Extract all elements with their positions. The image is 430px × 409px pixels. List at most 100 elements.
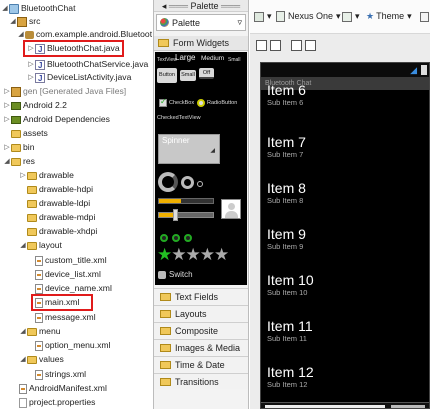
palette-category-transitions[interactable]: Transitions bbox=[154, 373, 248, 389]
tree-file-bluetoothchat-java[interactable]: ▷ BluetoothChat.java bbox=[23, 40, 124, 57]
radio-group-icon[interactable] bbox=[172, 234, 180, 242]
expanded-arrow-icon[interactable]: ◢ bbox=[9, 15, 17, 28]
list-item[interactable]: Item 11 Sub Item 11 bbox=[267, 319, 313, 344]
tree-android[interactable]: ▷ Android 2.2 bbox=[3, 99, 67, 112]
tree-values[interactable]: ◢ values bbox=[19, 353, 64, 366]
widget-spinner[interactable]: Spinner ◢ bbox=[158, 134, 220, 164]
tree-dependencies[interactable]: ▷ Android Dependencies bbox=[3, 113, 110, 126]
properties-file-icon bbox=[19, 397, 27, 408]
progress-small-icon[interactable] bbox=[197, 181, 203, 187]
radio-group-icon[interactable] bbox=[160, 234, 168, 242]
tree-file-manifest[interactable]: AndroidManifest.xml bbox=[19, 382, 107, 395]
collapsed-arrow-icon[interactable]: ▷ bbox=[19, 169, 27, 182]
widget-checkbox[interactable]: CheckBox bbox=[169, 100, 194, 106]
tree-project[interactable]: ◢ BluetoothChat bbox=[1, 2, 75, 15]
progress-bar-horizontal[interactable] bbox=[158, 198, 214, 204]
widget-small-button[interactable]: Small bbox=[180, 70, 196, 81]
fit-height-icon[interactable] bbox=[305, 40, 316, 51]
quick-contact-badge-icon[interactable] bbox=[221, 199, 241, 219]
tree-file-option-menu[interactable]: option_menu.xml bbox=[35, 339, 110, 352]
collapsed-arrow-icon[interactable]: ▷ bbox=[3, 113, 11, 126]
widget-switch[interactable]: Switch bbox=[169, 270, 193, 279]
expanded-arrow-icon[interactable]: ◢ bbox=[19, 239, 27, 252]
list-item[interactable]: Item 9 Sub Item 9 bbox=[267, 227, 306, 252]
widget-small-text[interactable]: Small bbox=[228, 57, 241, 63]
radio-button-icon[interactable] bbox=[197, 99, 205, 107]
radio-group-icon[interactable] bbox=[184, 234, 192, 242]
tree-file-strings[interactable]: strings.xml bbox=[35, 368, 86, 381]
checkbox-icon[interactable]: ✓ bbox=[159, 97, 167, 107]
progress-large-icon[interactable] bbox=[158, 172, 178, 192]
seekbar-thumb[interactable] bbox=[173, 209, 178, 221]
tree-file-device-name[interactable]: device_name.xml bbox=[35, 282, 112, 295]
message-input-preview[interactable] bbox=[265, 405, 385, 408]
collapsed-arrow-icon[interactable]: ▷ bbox=[3, 99, 11, 112]
tree-file-custom-title[interactable]: custom_title.xml bbox=[35, 254, 107, 267]
list-item[interactable]: Item 12 Sub Item 12 bbox=[267, 365, 314, 390]
send-button-preview[interactable] bbox=[391, 405, 425, 408]
expanded-arrow-icon[interactable]: ◢ bbox=[3, 155, 11, 168]
seekbar[interactable] bbox=[158, 209, 214, 221]
list-item[interactable]: Item 10 Sub Item 10 bbox=[267, 273, 314, 298]
rating-bar[interactable]: ★★★★★ bbox=[157, 246, 229, 264]
device-screen-preview[interactable]: ◢ Bluetooth Chat Item 6 Sub Item 6 Item … bbox=[260, 62, 430, 409]
tree-file-properties[interactable]: project.properties bbox=[19, 396, 95, 409]
palette-category-layouts[interactable]: Layouts bbox=[154, 305, 248, 321]
tree-res[interactable]: ◢ res bbox=[3, 155, 35, 168]
tree-drawable-xhdpi[interactable]: drawable-xhdpi bbox=[27, 225, 97, 238]
fit-width-icon[interactable] bbox=[291, 40, 302, 51]
device-select[interactable]: Nexus One ▾ bbox=[276, 9, 341, 24]
palette-category-time-date[interactable]: Time & Date bbox=[154, 356, 248, 372]
widget-medium-text[interactable]: Medium bbox=[201, 55, 224, 62]
expanded-arrow-icon[interactable]: ◢ bbox=[17, 28, 25, 41]
expanded-arrow-icon[interactable]: ◢ bbox=[1, 2, 9, 15]
tree-assets[interactable]: assets bbox=[11, 127, 48, 140]
widget-radiobutton[interactable]: RadioButton bbox=[207, 100, 237, 106]
tree-drawable[interactable]: ▷ drawable bbox=[19, 169, 74, 182]
widget-toggle-button[interactable]: Off bbox=[199, 68, 214, 79]
tree-layout[interactable]: ◢ layout bbox=[19, 239, 62, 252]
java-file-icon bbox=[35, 59, 45, 72]
tree-drawable-hdpi[interactable]: drawable-hdpi bbox=[27, 183, 93, 196]
activity-select[interactable] bbox=[420, 9, 429, 24]
widget-button[interactable]: Button bbox=[157, 68, 177, 83]
collapsed-arrow-icon[interactable]: ▷ bbox=[3, 141, 11, 154]
palette-mode-select[interactable]: Palette ▿ bbox=[156, 14, 246, 31]
list-item[interactable]: Item 6 Sub Item 6 bbox=[267, 83, 306, 108]
theme-select[interactable]: ★ Theme ▾ bbox=[366, 9, 412, 24]
tree-file-devicelist-java[interactable]: ▷ DeviceListActivity.java bbox=[27, 71, 131, 85]
widget-large-text[interactable]: Large bbox=[175, 53, 195, 62]
progress-normal-icon[interactable] bbox=[181, 176, 194, 189]
tree-menu[interactable]: ◢ menu bbox=[19, 325, 60, 338]
tree-src[interactable]: ◢ src bbox=[9, 15, 40, 28]
expanded-arrow-icon[interactable]: ◢ bbox=[19, 353, 27, 366]
tree-file-service-java[interactable]: ▷ BluetoothChatService.java bbox=[27, 58, 148, 72]
palette-category-images-media[interactable]: Images & Media bbox=[154, 339, 248, 355]
collapsed-arrow-icon[interactable]: ▷ bbox=[3, 85, 11, 98]
tree-package[interactable]: ◢ com.example.android.BluetoothCha bbox=[17, 28, 152, 41]
widget-textview[interactable]: TextView bbox=[157, 57, 177, 63]
list-item[interactable]: Item 7 Sub Item 7 bbox=[267, 135, 306, 160]
tree-gen[interactable]: ▷ gen [Generated Java Files] bbox=[3, 85, 126, 98]
tree-file-main-xml[interactable]: main.xml bbox=[31, 294, 93, 311]
java-file-icon bbox=[35, 72, 45, 85]
tree-bin[interactable]: ▷ bin bbox=[3, 141, 34, 154]
orientation-select[interactable]: ▾ bbox=[342, 9, 360, 24]
collapse-arrow-icon[interactable]: ◂ bbox=[162, 1, 167, 11]
palette-category-form-widgets[interactable]: Form Widgets bbox=[154, 36, 248, 51]
palette-category-text-fields[interactable]: Text Fields bbox=[154, 288, 248, 304]
widget-checkedtextview[interactable]: CheckedTextView bbox=[157, 115, 201, 121]
tree-file-device-list[interactable]: device_list.xml bbox=[35, 268, 101, 281]
expanded-arrow-icon[interactable]: ◢ bbox=[19, 325, 27, 338]
palette-category-composite[interactable]: Composite bbox=[154, 322, 248, 338]
tree-file-message[interactable]: message.xml bbox=[35, 311, 96, 324]
config-chooser-button[interactable]: ▾ bbox=[254, 9, 272, 24]
layout-split-icon[interactable] bbox=[270, 40, 281, 51]
collapsed-arrow-icon[interactable]: ▷ bbox=[27, 42, 35, 55]
tree-drawable-mdpi[interactable]: drawable-mdpi bbox=[27, 211, 95, 224]
list-item[interactable]: Item 8 Sub Item 8 bbox=[267, 181, 306, 206]
collapsed-arrow-icon[interactable]: ▷ bbox=[27, 71, 35, 84]
collapsed-arrow-icon[interactable]: ▷ bbox=[27, 58, 35, 71]
layout-view-icon[interactable] bbox=[256, 40, 267, 51]
tree-drawable-ldpi[interactable]: drawable-ldpi bbox=[27, 197, 90, 210]
